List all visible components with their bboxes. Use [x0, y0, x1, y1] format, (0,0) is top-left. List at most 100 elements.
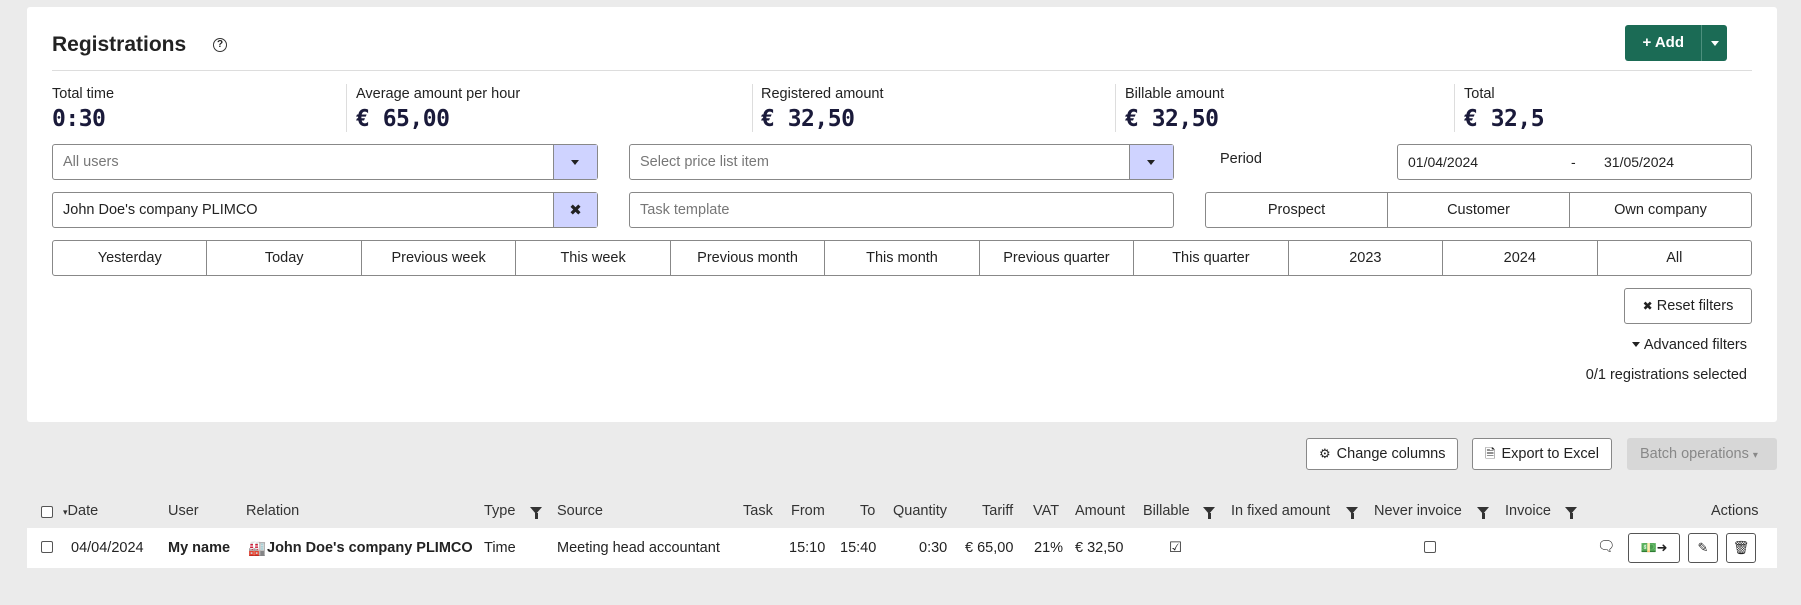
- caret-down-icon: ▾: [1752, 450, 1758, 461]
- col-date-label: Date: [67, 503, 99, 519]
- stat-avg-per-hour: Average amount per hour € 65,00: [356, 86, 520, 132]
- stat-value: € 32,50: [761, 106, 855, 132]
- date-from[interactable]: 01/04/2024: [1408, 154, 1478, 170]
- change-columns-label: Change columns: [1336, 446, 1446, 462]
- users-select-placeholder: All users: [63, 154, 119, 170]
- filter-icon[interactable]: [1346, 507, 1358, 519]
- col-source-header[interactable]: Source: [557, 503, 603, 519]
- col-user-header[interactable]: User: [168, 503, 199, 519]
- col-invoice-header[interactable]: Invoice: [1505, 503, 1551, 519]
- period-previous-month[interactable]: Previous month: [671, 241, 826, 275]
- stat-total: Total € 32,5: [1464, 86, 1545, 132]
- period-all[interactable]: All: [1598, 241, 1751, 275]
- relation-type-prospect[interactable]: Prospect: [1206, 193, 1388, 227]
- export-excel-button[interactable]: 🗎 Export to Excel: [1472, 438, 1612, 470]
- relation-type-customer[interactable]: Customer: [1388, 193, 1570, 227]
- stat-label: Billable amount: [1125, 86, 1225, 102]
- filter-icon[interactable]: [1565, 507, 1577, 519]
- row-checkbox[interactable]: [41, 541, 53, 553]
- invoice-transfer-button[interactable]: 💵➜: [1628, 533, 1680, 563]
- chevron-down-icon: [571, 160, 579, 165]
- stat-registered-amount: Registered amount € 32,50: [761, 86, 884, 132]
- help-icon[interactable]: ?: [213, 38, 227, 52]
- period-this-quarter[interactable]: This quarter: [1134, 241, 1289, 275]
- table-row[interactable]: 04/04/2024 My name 🏭 John Doe's company …: [27, 528, 1777, 568]
- stat-value: € 32,50: [1125, 106, 1219, 132]
- cell-amount: € 32,50: [1075, 540, 1124, 556]
- col-quantity-header[interactable]: Quantity: [893, 503, 947, 519]
- col-never-invoice-header[interactable]: Never invoice: [1374, 503, 1462, 519]
- select-all-checkbox[interactable]: [41, 506, 53, 518]
- period-shortcuts: Yesterday Today Previous week This week …: [52, 240, 1752, 276]
- col-to-header[interactable]: To: [860, 503, 875, 519]
- col-vat-header[interactable]: VAT: [1033, 503, 1059, 519]
- cell-tariff: € 65,00: [965, 540, 1014, 556]
- add-button-group: + Add: [1625, 25, 1727, 61]
- period-yesterday[interactable]: Yesterday: [53, 241, 208, 275]
- cell-date: 04/04/2024: [71, 540, 144, 556]
- change-columns-button[interactable]: ⚙ Change columns: [1306, 438, 1459, 470]
- cell-user[interactable]: My name: [168, 540, 230, 556]
- reset-filters-button[interactable]: ✖ Reset filters: [1624, 288, 1752, 324]
- close-icon: ✖: [569, 202, 582, 219]
- comment-icon[interactable]: 🗨: [1597, 538, 1615, 555]
- col-in-fixed-amount-header[interactable]: In fixed amount: [1231, 503, 1330, 519]
- users-select-toggle[interactable]: [553, 145, 597, 179]
- cell-relation[interactable]: John Doe's company PLIMCO: [267, 540, 473, 556]
- stat-billable-amount: Billable amount € 32,50: [1125, 86, 1224, 132]
- cell-vat: 21%: [1034, 540, 1064, 556]
- col-type-header[interactable]: Type: [484, 503, 515, 519]
- col-billable-header[interactable]: Billable: [1143, 503, 1190, 519]
- period-previous-week[interactable]: Previous week: [362, 241, 517, 275]
- task-template-placeholder: Task template: [640, 202, 730, 218]
- relation-select[interactable]: John Doe's company PLIMCO ✖: [52, 192, 598, 228]
- stat-label: Average amount per hour: [356, 86, 521, 102]
- batch-operations-button[interactable]: Batch operations ▾: [1627, 438, 1777, 470]
- stat-label: Total time: [52, 86, 115, 102]
- chevron-down-icon: [1147, 160, 1155, 165]
- stat-divider: [1115, 84, 1116, 132]
- date-separator: -: [1571, 154, 1576, 170]
- price-item-toggle[interactable]: [1129, 145, 1173, 179]
- stat-total-time: Total time 0:30: [52, 86, 114, 132]
- col-amount-header[interactable]: Amount: [1075, 503, 1125, 519]
- period-this-week[interactable]: This week: [516, 241, 671, 275]
- period-this-month[interactable]: This month: [825, 241, 980, 275]
- filter-icon[interactable]: [1477, 507, 1489, 519]
- close-icon: ✖: [1642, 299, 1653, 313]
- stat-value: 0:30: [52, 106, 106, 132]
- edit-button[interactable]: ✎: [1688, 533, 1718, 563]
- advanced-filters-toggle[interactable]: Advanced filters: [1631, 337, 1747, 353]
- period-previous-quarter[interactable]: Previous quarter: [980, 241, 1135, 275]
- users-select[interactable]: All users: [52, 144, 598, 180]
- building-icon: 🏭: [248, 541, 267, 557]
- col-from-header[interactable]: From: [791, 503, 825, 519]
- stat-value: € 65,00: [356, 106, 450, 132]
- filter-icon[interactable]: [1203, 507, 1215, 519]
- relation-clear-button[interactable]: ✖: [553, 193, 597, 227]
- filter-icon[interactable]: [530, 507, 542, 519]
- stat-divider: [1454, 84, 1455, 132]
- date-to[interactable]: 31/05/2024: [1604, 154, 1674, 170]
- cell-to: 15:40: [840, 540, 877, 556]
- add-dropdown-toggle[interactable]: [1701, 25, 1727, 61]
- period-2024[interactable]: 2024: [1443, 241, 1598, 275]
- stat-label: Registered amount: [761, 86, 884, 102]
- never-invoice-checkbox[interactable]: [1424, 541, 1436, 553]
- col-date-header[interactable]: ▾Date: [63, 503, 98, 519]
- period-today[interactable]: Today: [207, 241, 362, 275]
- add-button[interactable]: + Add: [1625, 25, 1701, 61]
- relation-type-own-company[interactable]: Own company: [1570, 193, 1751, 227]
- task-template-input[interactable]: Task template: [629, 192, 1174, 228]
- advanced-filters-label: Advanced filters: [1643, 337, 1747, 353]
- gear-icon: ⚙: [1319, 446, 1331, 461]
- price-item-select[interactable]: Select price list item: [629, 144, 1174, 180]
- col-relation-header[interactable]: Relation: [246, 503, 299, 519]
- page-title: Registrations: [52, 33, 187, 56]
- delete-button[interactable]: 🗑: [1726, 533, 1756, 563]
- period-date-range[interactable]: 01/04/2024 - 31/05/2024: [1397, 144, 1752, 180]
- col-tariff-header[interactable]: Tariff: [982, 503, 1013, 519]
- col-actions-header: Actions: [1711, 503, 1759, 519]
- period-2023[interactable]: 2023: [1289, 241, 1444, 275]
- col-task-header[interactable]: Task: [743, 503, 773, 519]
